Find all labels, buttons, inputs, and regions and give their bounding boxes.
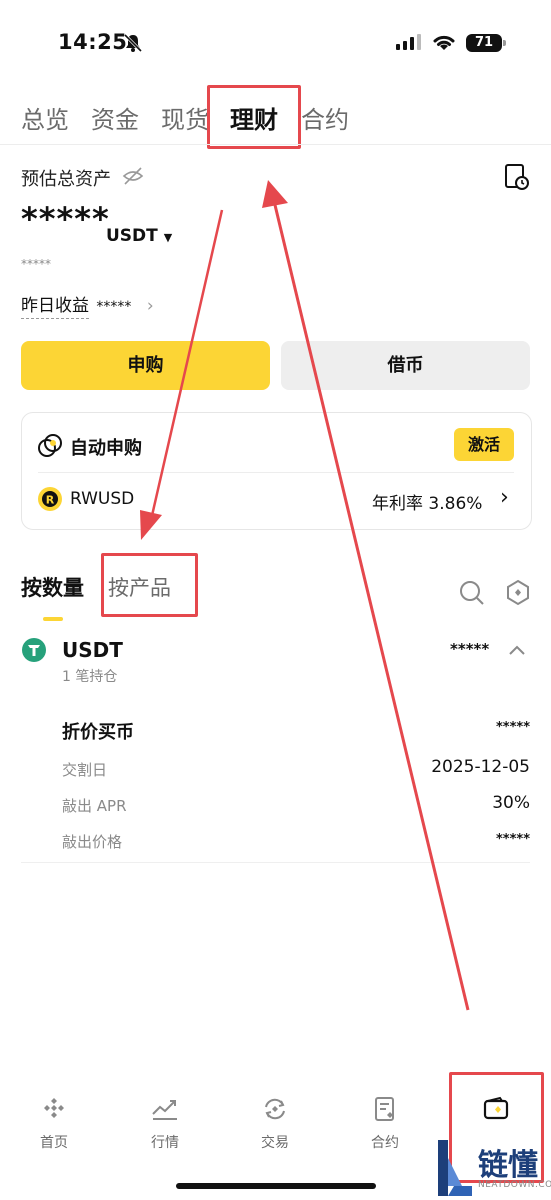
market-icon: [152, 1100, 177, 1120]
watermark-logo: [438, 1140, 472, 1196]
assets-sub-value: *****: [21, 257, 51, 271]
signal-icon: [396, 34, 421, 50]
yesterday-value: *****: [96, 299, 132, 315]
status-time: 14:25: [58, 30, 128, 54]
card-divider: [38, 472, 514, 473]
subscribe-button[interactable]: 申购: [21, 341, 270, 390]
currency-selector[interactable]: USDT ▼: [106, 226, 172, 246]
silent-bell-icon: [123, 33, 143, 53]
yesterday-earnings-row[interactable]: 昨日收益 ***** ›: [21, 291, 154, 319]
nav-futures[interactable]: 合约: [355, 1096, 415, 1152]
tab-funds[interactable]: 资金: [91, 100, 139, 135]
delivery-date-label: 交割日: [62, 761, 108, 779]
home-indicator: [176, 1183, 376, 1189]
nav-market[interactable]: 行情: [135, 1096, 195, 1152]
nav-trade[interactable]: 交易: [245, 1096, 305, 1152]
home-icon: [44, 1098, 64, 1118]
battery-indicator: 71: [466, 34, 506, 52]
product-value: *****: [496, 720, 530, 735]
tab-by-amount-underline: [43, 617, 63, 621]
auto-subscribe-icon: [38, 434, 62, 457]
chevron-up-icon[interactable]: [507, 643, 527, 657]
eye-hidden-icon[interactable]: [122, 166, 144, 186]
caret-down-icon: ▼: [163, 231, 173, 244]
filter-icon[interactable]: [506, 579, 530, 606]
svg-text:R: R: [46, 494, 55, 507]
chevron-right-icon[interactable]: ›: [500, 485, 509, 510]
position-coin: USDT: [62, 638, 123, 662]
wifi-icon: [433, 35, 455, 50]
tab-by-amount[interactable]: 按数量: [21, 572, 84, 602]
tabs-divider: [0, 144, 551, 145]
knockout-price-label: 敲出价格: [62, 833, 123, 851]
tab-overview[interactable]: 总览: [21, 100, 69, 135]
nav-trade-label: 交易: [261, 1135, 289, 1151]
position-count: 1 笔持仓: [62, 669, 118, 685]
usdt-coin-icon: [22, 638, 46, 662]
delivery-date-value: 2025-12-05: [431, 757, 530, 777]
product-name: 折价买币: [62, 722, 134, 743]
nav-futures-label: 合约: [371, 1135, 399, 1151]
rwusd-label: RWUSD: [70, 489, 135, 509]
search-icon[interactable]: [459, 580, 485, 606]
borrow-button[interactable]: 借币: [281, 341, 530, 390]
knockout-price-value: *****: [496, 832, 530, 847]
rwusd-coin-icon: R: [38, 487, 62, 511]
nav-home-label: 首页: [40, 1135, 68, 1151]
trade-icon: [265, 1098, 285, 1120]
yesterday-label: 昨日收益: [21, 296, 89, 319]
annotation-box-earn-tab: [207, 85, 301, 149]
assets-title: 预估总资产: [21, 169, 111, 190]
chevron-right-icon: ›: [146, 296, 154, 316]
watermark-sub: NEATDOWN.COM: [478, 1180, 551, 1190]
position-amount: *****: [450, 640, 490, 658]
watermark-text: 链懂: [478, 1148, 538, 1183]
knockout-apr-label: 敲出 APR: [62, 797, 127, 815]
position-divider: [21, 862, 530, 863]
knockout-apr-value: 30%: [492, 793, 530, 813]
history-icon[interactable]: [504, 163, 530, 191]
nav-home[interactable]: 首页: [24, 1096, 84, 1152]
nav-market-label: 行情: [151, 1135, 179, 1151]
total-assets-value: *****: [21, 200, 110, 238]
activate-button[interactable]: 激活: [454, 428, 514, 461]
rwusd-rate[interactable]: 年利率 3.86%: [372, 489, 482, 514]
currency-label: USDT: [106, 226, 158, 246]
tab-spot[interactable]: 现货: [161, 100, 209, 135]
annotation-box-by-product: [101, 553, 198, 617]
auto-subscribe-title: 自动申购: [70, 438, 142, 459]
futures-icon: [375, 1097, 394, 1121]
tab-futures[interactable]: 合约: [301, 100, 349, 135]
